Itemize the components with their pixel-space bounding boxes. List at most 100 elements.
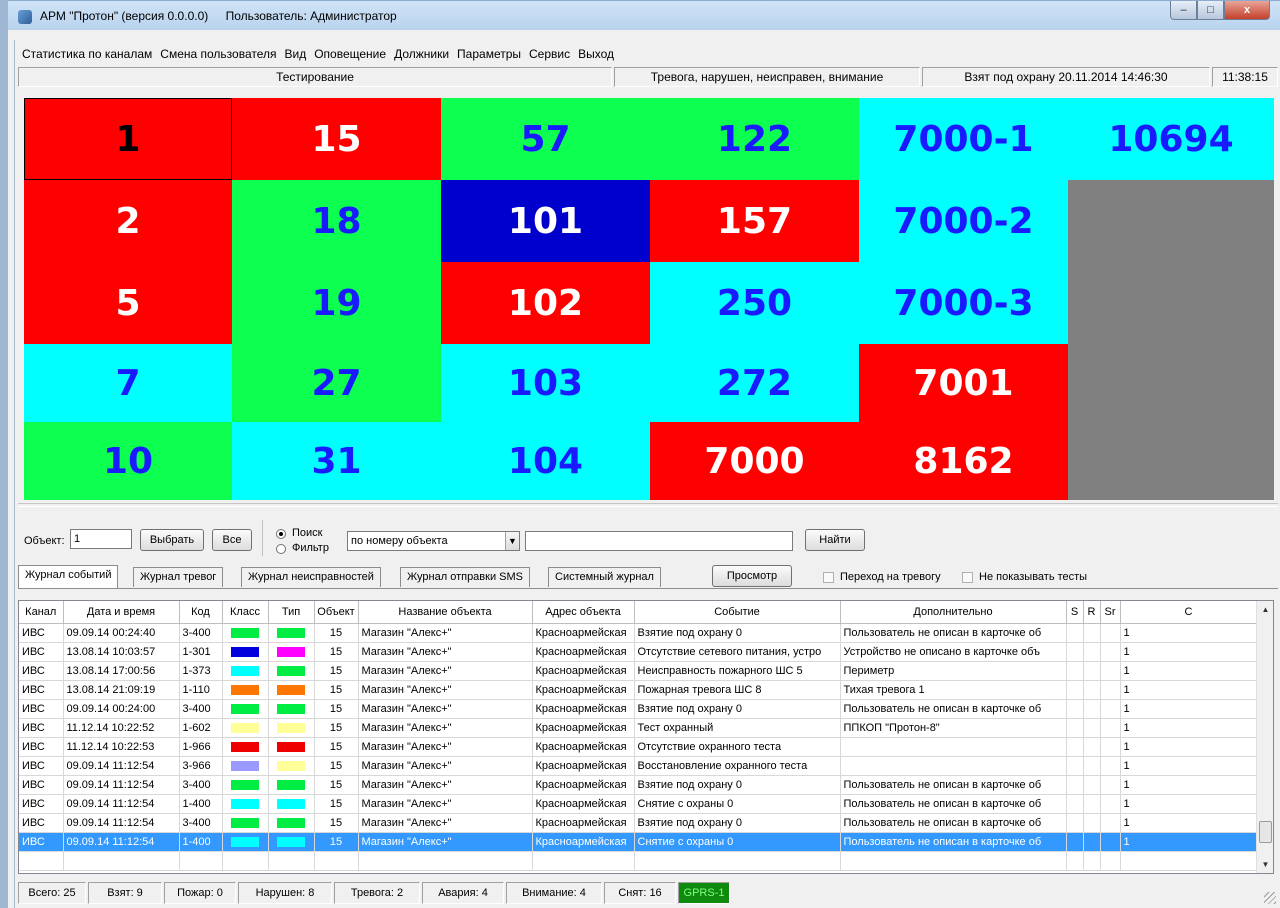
- close-button[interactable]: x: [1224, 1, 1270, 20]
- scroll-up-icon[interactable]: ▲: [1257, 601, 1273, 618]
- menu-item-statistics[interactable]: Статистика по каналам: [16, 44, 156, 64]
- object-tile[interactable]: 15: [232, 98, 441, 180]
- column-header[interactable]: Тип: [268, 601, 315, 624]
- table-row[interactable]: ИВС 09.09.14 00:24:40 3-400 15 Магазин "Алек…: [19, 623, 1258, 643]
- column-header[interactable]: C: [1120, 601, 1258, 624]
- menu-item-exit[interactable]: Выход: [574, 44, 618, 64]
- object-tile[interactable]: [1068, 422, 1274, 500]
- divider: [262, 520, 263, 556]
- column-header[interactable]: Название объекта: [358, 601, 533, 624]
- tab-sms-log[interactable]: Журнал отправки SMS: [400, 567, 530, 587]
- object-tile[interactable]: [1068, 344, 1274, 422]
- all-button[interactable]: Все: [212, 529, 252, 551]
- object-tile[interactable]: 250: [650, 262, 859, 344]
- table-row[interactable]: ИВС 09.09.14 11:12:54 1-400 15 Магазин "Алек…: [19, 794, 1258, 814]
- cell-type_color: [268, 680, 315, 700]
- window-controls: – □ x: [1170, 1, 1270, 21]
- cell-code: 1-110: [179, 680, 223, 700]
- menu-item-notification[interactable]: Оповещение: [310, 44, 390, 64]
- chevron-down-icon[interactable]: ▼: [505, 532, 519, 550]
- column-header[interactable]: R: [1083, 601, 1101, 624]
- object-tile[interactable]: 2: [24, 180, 232, 262]
- table-row[interactable]: ИВС 09.09.14 11:12:54 3-400 15 Магазин "Алек…: [19, 775, 1258, 795]
- table-row[interactable]: ИВС 09.09.14 11:12:54 1-400 15 Магазин "Алек…: [19, 832, 1258, 852]
- column-header[interactable]: Событие: [634, 601, 841, 624]
- object-tile[interactable]: [1068, 180, 1274, 262]
- menu-item-debtors[interactable]: Должники: [390, 44, 453, 64]
- select-button[interactable]: Выбрать: [140, 529, 204, 551]
- object-tile[interactable]: 57: [441, 98, 650, 180]
- column-header[interactable]: Дата и время: [63, 601, 180, 624]
- title-bar[interactable]: АРМ "Протон" (версия 0.0.0.0) Пользовате…: [8, 0, 1280, 30]
- object-tile[interactable]: 1: [24, 98, 232, 180]
- tab-alarms-log[interactable]: Журнал тревог: [133, 567, 224, 587]
- object-tile[interactable]: 7000-2: [859, 180, 1068, 262]
- table-row[interactable]: ИВС 09.09.14 11:12:54 3-400 15 Магазин "Алек…: [19, 813, 1258, 833]
- table-row[interactable]: ИВС 13.08.14 17:00:56 1-373 15 Магазин "Алек…: [19, 661, 1258, 681]
- table-row[interactable]: ИВС 09.09.14 11:12:54 3-966 15 Магазин "Алек…: [19, 756, 1258, 776]
- minimize-button[interactable]: –: [1170, 1, 1197, 20]
- maximize-button[interactable]: □: [1197, 1, 1224, 20]
- object-tile[interactable]: 18: [232, 180, 441, 262]
- table-row[interactable]: ИВС 13.08.14 21:09:19 1-110 15 Магазин "Алек…: [19, 680, 1258, 700]
- object-tile[interactable]: 103: [441, 344, 650, 422]
- object-tile[interactable]: 102: [441, 262, 650, 344]
- column-header[interactable]: S: [1066, 601, 1084, 624]
- color-swatch: [231, 684, 259, 695]
- object-tile[interactable]: 10694: [1068, 98, 1274, 180]
- search-radio[interactable]: [276, 529, 286, 539]
- object-tile[interactable]: 104: [441, 422, 650, 500]
- column-header[interactable]: Sr: [1100, 601, 1121, 624]
- menu-item-service[interactable]: Сервис: [525, 44, 574, 64]
- cell-r: [1083, 813, 1101, 833]
- object-tile[interactable]: 7000-1: [859, 98, 1068, 180]
- column-header[interactable]: Адрес объекта: [532, 601, 635, 624]
- view-button[interactable]: Просмотр: [712, 565, 792, 587]
- object-tile[interactable]: 5: [24, 262, 232, 344]
- resize-grip-icon[interactable]: [1264, 892, 1276, 904]
- object-tile[interactable]: 7000: [650, 422, 859, 500]
- column-header[interactable]: Класс: [222, 601, 269, 624]
- table-row[interactable]: ИВС 11.12.14 10:22:52 1-602 15 Магазин "Алек…: [19, 718, 1258, 738]
- object-tile[interactable]: [1068, 262, 1274, 344]
- find-button[interactable]: Найти: [805, 529, 865, 551]
- object-tile[interactable]: 7: [24, 344, 232, 422]
- tab-system-log[interactable]: Системный журнал: [548, 567, 661, 587]
- menu-item-view[interactable]: Вид: [281, 44, 311, 64]
- filter-radio[interactable]: [276, 544, 286, 554]
- tab-faults-log[interactable]: Журнал неисправностей: [241, 567, 381, 587]
- menu-item-change-user[interactable]: Смена пользователя: [156, 44, 280, 64]
- column-header[interactable]: Объект: [314, 601, 359, 624]
- object-label: Объект:: [24, 535, 65, 547]
- splitter[interactable]: [18, 503, 1278, 507]
- hide-tests-checkbox[interactable]: [962, 572, 973, 583]
- search-query-input[interactable]: [525, 531, 793, 551]
- table-row[interactable]: ИВС 13.08.14 10:03:57 1-301 15 Магазин "Алек…: [19, 642, 1258, 662]
- column-header[interactable]: Код: [179, 601, 223, 624]
- object-tile[interactable]: 31: [232, 422, 441, 500]
- column-header[interactable]: Дополнительно: [840, 601, 1067, 624]
- table-row[interactable]: ИВС 11.12.14 10:22:53 1-966 15 Магазин "Алек…: [19, 737, 1258, 757]
- object-tile[interactable]: 7001: [859, 344, 1068, 422]
- menu-item-parameters[interactable]: Параметры: [453, 44, 525, 64]
- object-tile[interactable]: 122: [650, 98, 859, 180]
- column-header[interactable]: Канал: [19, 601, 64, 624]
- cell-extra: Пользователь не описан в карточке об: [840, 623, 1067, 643]
- object-tile[interactable]: 8162: [859, 422, 1068, 500]
- table-row[interactable]: ИВС 09.09.14 00:24:00 3-400 15 Магазин "Алек…: [19, 699, 1258, 719]
- goto-alarm-checkbox[interactable]: [823, 572, 834, 583]
- vertical-scrollbar[interactable]: ▲ ▼: [1256, 601, 1273, 873]
- object-tile[interactable]: 272: [650, 344, 859, 422]
- scroll-down-icon[interactable]: ▼: [1257, 856, 1273, 873]
- object-tile[interactable]: 157: [650, 180, 859, 262]
- object-tile[interactable]: 19: [232, 262, 441, 344]
- tab-events-log[interactable]: Журнал событий: [18, 565, 119, 589]
- object-tile[interactable]: 7000-3: [859, 262, 1068, 344]
- cell-datetime: 09.09.14 11:12:54: [63, 756, 180, 776]
- search-mode-select[interactable]: по номеру объекта ▼: [347, 531, 520, 551]
- scroll-thumb[interactable]: [1259, 821, 1272, 843]
- object-tile[interactable]: 27: [232, 344, 441, 422]
- object-tile[interactable]: 101: [441, 180, 650, 262]
- object-tile[interactable]: 10: [24, 422, 232, 500]
- object-input[interactable]: 1: [70, 529, 132, 549]
